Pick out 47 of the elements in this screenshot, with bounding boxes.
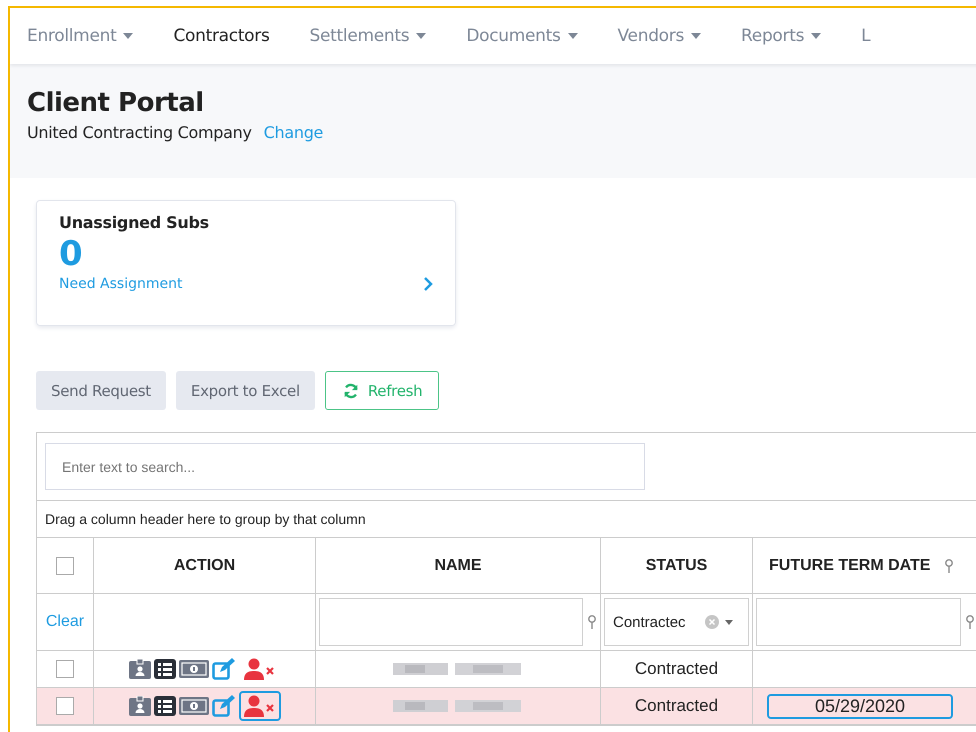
column-header[interactable]: STATUS [646, 556, 708, 574]
edit-icon[interactable] [212, 695, 236, 717]
action-button[interactable]: Send Request [36, 371, 166, 410]
list-icon[interactable] [154, 696, 176, 716]
card-title: Unassigned Subs [59, 213, 210, 232]
status-text: Contracted [634, 696, 718, 716]
filter-pin-icon[interactable] [944, 558, 954, 572]
nav-item[interactable]: Documents [466, 26, 578, 46]
page-title: Client Portal [27, 88, 205, 118]
filter-pin-icon[interactable] [965, 615, 975, 629]
filter-field[interactable] [756, 598, 961, 646]
column-header[interactable]: FUTURE TERM DATE [769, 556, 930, 574]
cash-icon[interactable] [178, 697, 208, 715]
group-hint: Drag a column header here to group by that column [37, 501, 976, 538]
action-button[interactable]: Export to Excel [176, 371, 315, 410]
nav-item[interactable]: Vendors [618, 26, 702, 46]
column-header[interactable]: NAME [434, 556, 482, 574]
remove-user-icon[interactable] [238, 691, 280, 721]
id-badge-icon[interactable] [128, 659, 150, 679]
need-assignment-link[interactable]: Need Assignment [59, 276, 182, 292]
caret-icon[interactable] [725, 620, 733, 624]
column-header[interactable]: ACTION [174, 556, 236, 574]
nav-item[interactable]: Reports [741, 26, 822, 46]
checkbox[interactable] [56, 660, 74, 678]
cash-icon[interactable] [178, 660, 208, 678]
nav-item[interactable]: L [861, 26, 870, 46]
search-field[interactable]: Enter text to search... [45, 443, 645, 490]
edit-icon[interactable] [212, 658, 236, 680]
status-text: Contracted [634, 659, 718, 679]
nav-item[interactable]: Contractors [173, 26, 270, 46]
filter-field[interactable] [319, 598, 583, 646]
chevron-right-icon[interactable] [423, 276, 433, 292]
status-filter-dropdown[interactable]: Contractec [604, 598, 749, 646]
nav-item[interactable]: Settlements [310, 26, 426, 46]
company-name: United Contracting Company [27, 123, 252, 142]
checkbox[interactable] [56, 556, 74, 574]
count: 0 [59, 233, 84, 276]
nav-item[interactable]: Enrollment [27, 26, 134, 46]
date-text: 05/29/2020 [767, 694, 953, 718]
clear-link[interactable]: Clear [46, 613, 84, 631]
change-link[interactable]: Change [264, 123, 324, 142]
id-badge-icon[interactable] [128, 696, 150, 716]
refresh-button[interactable]: Refresh [324, 371, 440, 410]
list-icon[interactable] [154, 659, 176, 679]
refresh-icon [342, 382, 360, 400]
checkbox[interactable] [56, 697, 74, 715]
filter-pin-icon[interactable] [587, 615, 597, 629]
